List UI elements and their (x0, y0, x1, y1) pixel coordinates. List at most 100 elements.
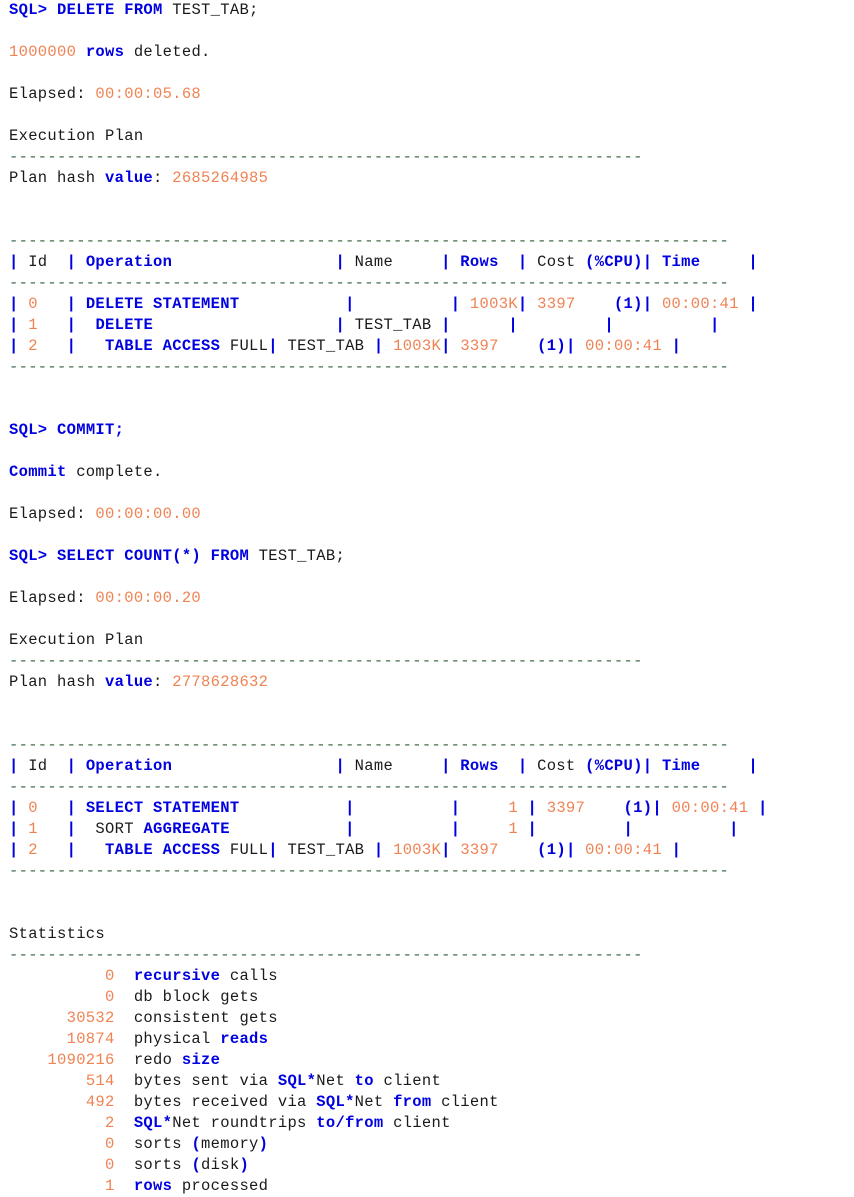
row-cpu: (1) (613, 295, 643, 313)
plan-hash-keyword-value: value (105, 673, 154, 691)
sql-keyword-delete-from: DELETE FROM (57, 1, 163, 19)
row-time: 00:00:41 (661, 295, 739, 313)
plan-hash-line-delete: Plan hash value: 2685264985 (9, 169, 269, 187)
plan-table-header-2: | Id | Operation | Name | Rows | Cost (%… (9, 757, 758, 775)
plan-table-mid-rule-2: ----------------------------------------… (9, 778, 730, 796)
row-id: 2 (28, 337, 38, 355)
list-item: 492 bytes received via SQL*Net from clie… (85, 1093, 499, 1111)
row-cpu: (1) (537, 337, 566, 355)
delete-result-line: 1000000 rows deleted. (9, 42, 854, 63)
row-time: 00:00:41 (671, 799, 749, 817)
row-rows: 1003K (469, 295, 518, 313)
list-item: 2 SQL*Net roundtrips to/from client (105, 1114, 451, 1132)
keyword-rows: rows (85, 43, 125, 61)
row-id: 1 (28, 316, 38, 334)
row-name: TEST_TAB (287, 841, 365, 859)
list-item: 0 db block gets (105, 988, 259, 1006)
sql-keyword-from: FROM (210, 547, 250, 565)
table-row: | 2 | TABLE ACCESS FULL| TEST_TAB | 1003… (9, 337, 682, 355)
header-operation: Operation (85, 757, 173, 775)
list-item: 1 rows processed (105, 1177, 269, 1195)
row-operation: DELETE STATEMENT (85, 295, 240, 313)
row-time: 00:00:41 (585, 841, 662, 859)
sql-prompt-line-select: SQL> SELECT COUNT(*) FROM TEST_TAB; (9, 546, 854, 567)
keyword-commit: Commit (9, 463, 67, 481)
header-id: Id (28, 253, 48, 271)
sql-prompt-line-commit: SQL> COMMIT; (9, 420, 854, 441)
prompt-delete: SQL> (9, 1, 48, 19)
sql-keyword-commit: COMMIT; (57, 421, 125, 439)
plan-hash-line-select: Plan hash value: 2778628632 (9, 673, 269, 691)
row-cpu: (1) (623, 799, 653, 817)
list-item: 0 sorts (memory) (105, 1135, 269, 1153)
list-item: 514 bytes sent via SQL*Net to client (85, 1072, 442, 1090)
table-row: | 1 | SORT AGGREGATE | | 1 | | | (9, 820, 739, 838)
elapsed-line-select: Elapsed: 00:00:00.20 (9, 588, 854, 609)
row-name: TEST_TAB (287, 337, 365, 355)
row-rows: 1003K (393, 841, 442, 859)
stat-value-db-block-gets: 0 (105, 988, 115, 1006)
plan-hash-value-delete: 2685264985 (172, 169, 269, 187)
stat-value-bytes-received: 492 (85, 1093, 115, 1111)
row-rows: 1003K (393, 337, 442, 355)
plan-table-mid-rule-1: ----------------------------------------… (9, 274, 730, 292)
header-name: Name (354, 757, 394, 775)
row-rows: 1 (508, 799, 518, 817)
sql-keyword-select-count: SELECT COUNT(*) (57, 547, 202, 565)
row-id: 1 (28, 820, 38, 838)
list-item: 0 sorts (disk) (105, 1156, 250, 1174)
header-name: Name (354, 253, 394, 271)
list-item: 0 recursive calls (9, 966, 854, 987)
commit-result-line: Commit complete. (9, 462, 854, 483)
elapsed-value-select: 00:00:00.20 (95, 589, 202, 607)
stat-value-sorts-memory: 0 (105, 1135, 115, 1153)
commit-suffix: complete. (66, 463, 163, 481)
header-time: Time (661, 253, 701, 271)
table-row: | 2 | TABLE ACCESS FULL| TEST_TAB | 1003… (9, 841, 682, 859)
header-id: Id (28, 757, 48, 775)
sql-object-test-tab: TEST_TAB; (249, 547, 346, 565)
stat-value-bytes-sent: 514 (85, 1072, 115, 1090)
execution-plan-title-delete: Execution Plan (9, 127, 144, 145)
row-cost: 3397 (537, 295, 576, 313)
prompt-commit: SQL> (9, 421, 48, 439)
row-id: 2 (28, 841, 38, 859)
plan-table-top-rule-1: ----------------------------------------… (9, 232, 730, 250)
plan-table-bottom-rule-2: ----------------------------------------… (9, 862, 730, 880)
elapsed-value-commit: 00:00:00.00 (95, 505, 202, 523)
table-row: | 0 | SELECT STATEMENT | | 1 | 3397 (1)|… (9, 799, 768, 817)
table-row: | 1 | DELETE | TEST_TAB | | | | (9, 316, 720, 334)
plan-hash-value-select: 2778628632 (172, 673, 269, 691)
header-time: Time (661, 757, 701, 775)
stat-value-roundtrips: 2 (105, 1114, 115, 1132)
execution-plan-title-select: Execution Plan (9, 631, 144, 649)
deleted-row-count: 1000000 (9, 43, 77, 61)
stat-value-physical-reads: 10874 (66, 1030, 115, 1048)
row-time: 00:00:41 (585, 337, 662, 355)
stat-value-sorts-disk: 0 (105, 1156, 115, 1174)
elapsed-line-commit: Elapsed: 00:00:00.00 (9, 504, 854, 525)
plan-table-header-1: | Id | Operation | Name | Rows | Cost (%… (9, 253, 758, 271)
plan-table-top-rule-2: ----------------------------------------… (9, 736, 730, 754)
row-operation: SELECT STATEMENT (85, 799, 240, 817)
terminal-output: SQL> DELETE FROM TEST_TAB; 1000000 rows … (0, 0, 854, 1197)
row-cost: 3397 (460, 841, 499, 859)
header-rows: Rows (460, 253, 499, 271)
row-cost: 3397 (460, 337, 499, 355)
list-item: 10874 physical reads (66, 1030, 269, 1048)
statistics-title: Statistics (9, 925, 106, 943)
elapsed-line-delete: Elapsed: 00:00:05.68 (9, 84, 854, 105)
stat-value-consistent-gets: 30532 (66, 1009, 115, 1027)
plan-hash-label: Plan hash (9, 169, 106, 187)
